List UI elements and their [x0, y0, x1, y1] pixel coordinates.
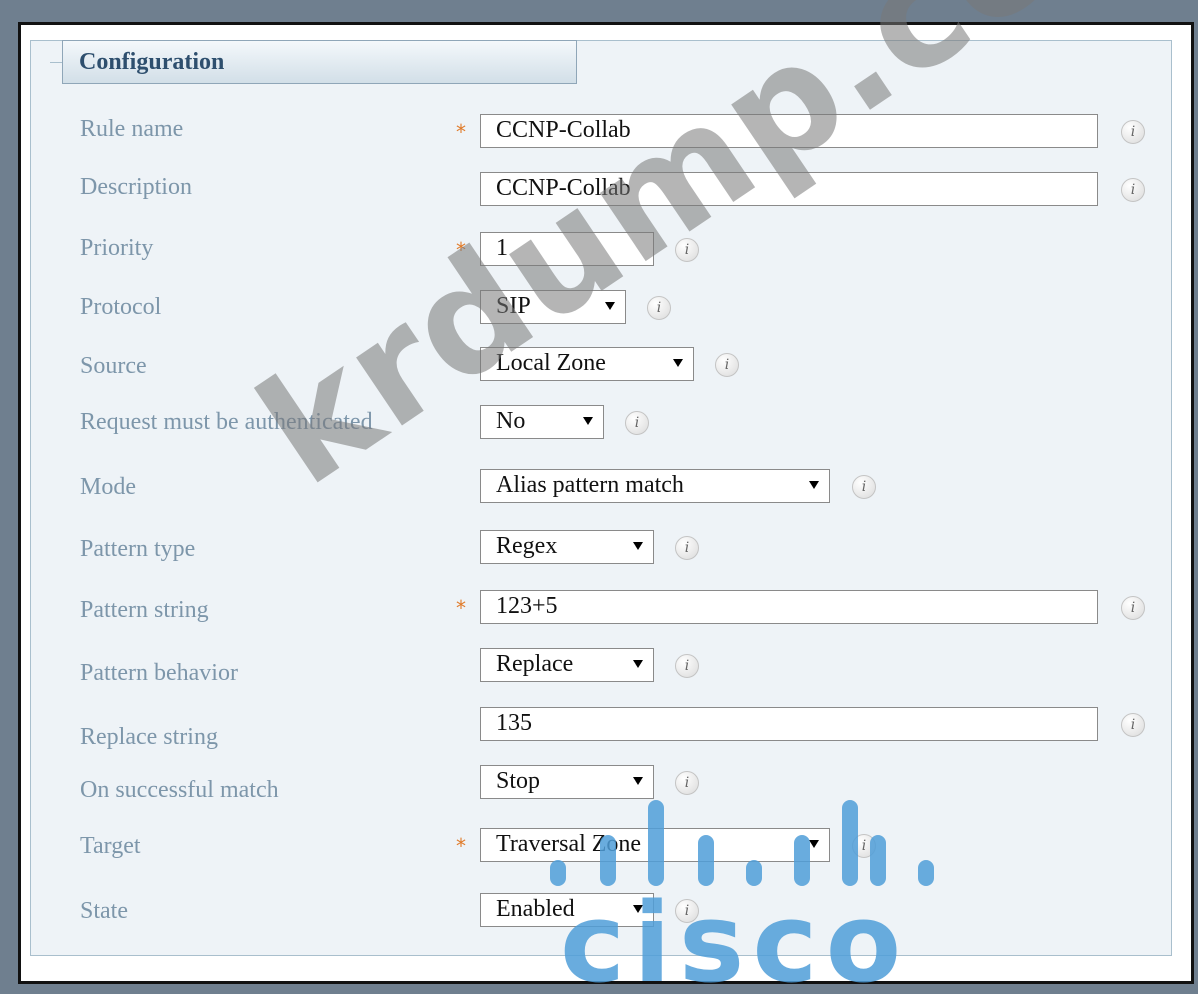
pattern-type-select-value: Regex — [496, 533, 558, 559]
request-authenticated-select-value: No — [496, 408, 526, 434]
source-select[interactable]: Local Zone — [480, 347, 694, 381]
dropdown-arrow-icon — [633, 905, 643, 913]
info-icon[interactable]: i — [675, 238, 699, 262]
dropdown-arrow-icon — [605, 302, 615, 310]
request-authenticated-label: Request must be authenticated — [80, 409, 373, 435]
target-select[interactable]: Traversal Zone — [480, 828, 830, 862]
on-successful-match-label: On successful match — [80, 777, 279, 803]
panel-border-tick — [50, 62, 62, 63]
info-icon[interactable]: i — [647, 296, 671, 320]
replace-string-input[interactable]: 135 — [480, 707, 1098, 741]
protocol-select-value: SIP — [496, 293, 531, 319]
info-icon[interactable]: i — [1121, 713, 1145, 737]
priority-input[interactable]: 1 — [480, 232, 654, 266]
on-successful-match-select[interactable]: Stop — [480, 765, 654, 799]
required-marker: * — [456, 596, 466, 620]
dropdown-arrow-icon — [633, 542, 643, 550]
dropdown-arrow-icon — [633, 777, 643, 785]
on-successful-match-select-value: Stop — [496, 768, 541, 794]
info-icon[interactable]: i — [852, 475, 876, 499]
dropdown-arrow-icon — [809, 481, 819, 489]
dropdown-arrow-icon — [673, 359, 683, 367]
protocol-label: Protocol — [80, 294, 162, 320]
info-icon[interactable]: i — [1121, 178, 1145, 202]
protocol-select[interactable]: SIP — [480, 290, 626, 324]
info-icon[interactable]: i — [1121, 596, 1145, 620]
info-icon[interactable]: i — [625, 411, 649, 435]
required-marker: * — [456, 834, 466, 858]
pattern-type-label: Pattern type — [80, 536, 196, 562]
info-icon[interactable]: i — [1121, 120, 1145, 144]
info-icon[interactable]: i — [852, 834, 876, 858]
pattern-type-select[interactable]: Regex — [480, 530, 654, 564]
state-select[interactable]: Enabled — [480, 893, 654, 927]
rule-name-input[interactable]: CCNP-Collab — [480, 114, 1098, 148]
pattern-behavior-label: Pattern behavior — [80, 660, 238, 686]
info-icon[interactable]: i — [715, 353, 739, 377]
info-icon[interactable]: i — [675, 771, 699, 795]
source-label: Source — [80, 353, 147, 379]
pattern-string-input[interactable]: 123+5 — [480, 590, 1098, 624]
state-select-value: Enabled — [496, 896, 575, 922]
pattern-behavior-select-value: Replace — [496, 651, 574, 677]
rule-name-label: Rule name — [80, 116, 184, 142]
mode-label: Mode — [80, 474, 136, 500]
request-authenticated-select[interactable]: No — [480, 405, 604, 439]
mode-select-value: Alias pattern match — [496, 472, 684, 498]
priority-label: Priority — [80, 235, 154, 261]
info-icon[interactable]: i — [675, 899, 699, 923]
replace-string-label: Replace string — [80, 724, 218, 750]
description-label: Description — [80, 174, 192, 200]
source-select-value: Local Zone — [496, 350, 606, 376]
state-label: State — [80, 898, 128, 924]
mode-select[interactable]: Alias pattern match — [480, 469, 830, 503]
dropdown-arrow-icon — [809, 840, 819, 848]
dropdown-arrow-icon — [583, 417, 593, 425]
required-marker: * — [456, 120, 466, 144]
info-icon[interactable]: i — [675, 536, 699, 560]
required-marker: * — [456, 238, 466, 262]
target-label: Target — [80, 833, 141, 859]
description-input[interactable]: CCNP-Collab — [480, 172, 1098, 206]
pattern-string-label: Pattern string — [80, 597, 209, 623]
info-icon[interactable]: i — [675, 654, 699, 678]
dropdown-arrow-icon — [633, 660, 643, 668]
target-select-value: Traversal Zone — [496, 831, 642, 857]
panel-title: Configuration — [62, 40, 577, 84]
pattern-behavior-select[interactable]: Replace — [480, 648, 654, 682]
